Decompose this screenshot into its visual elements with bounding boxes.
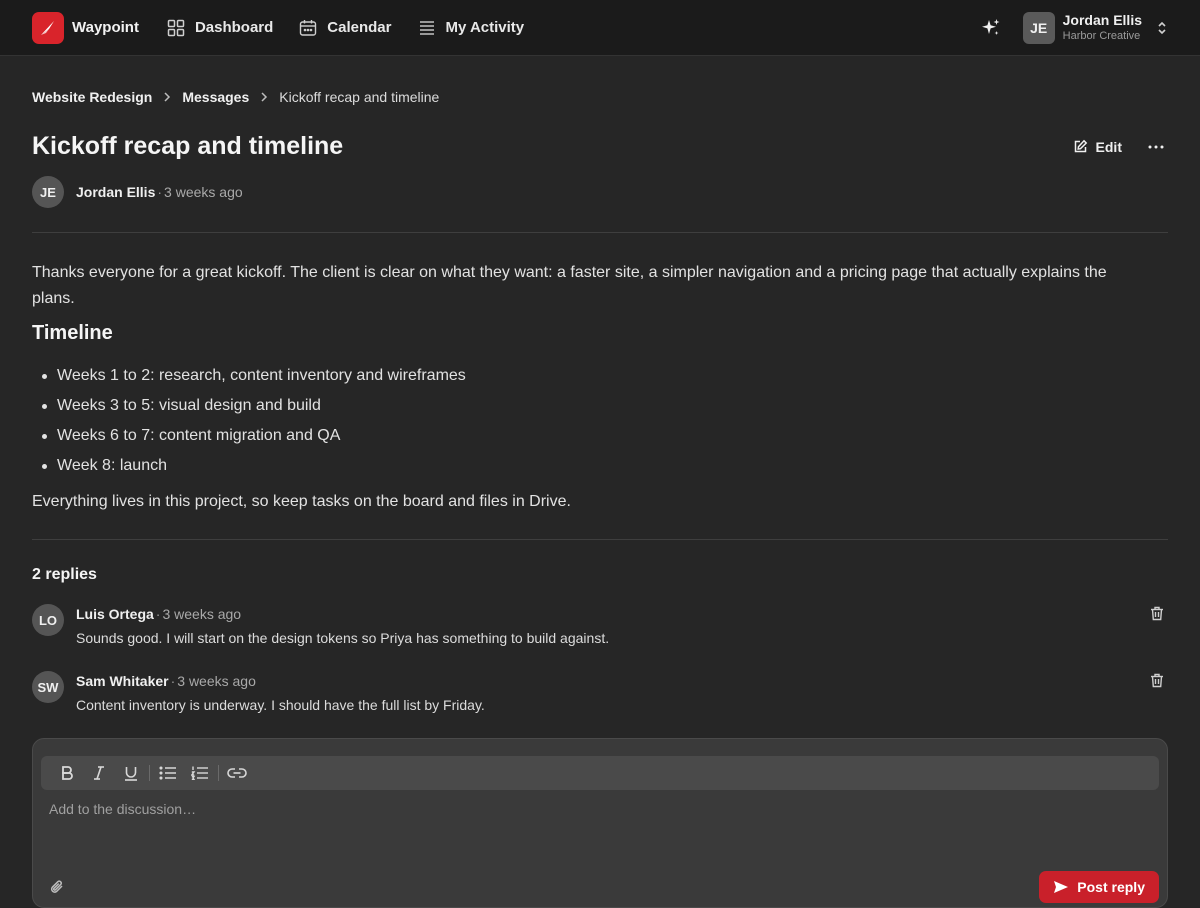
brand[interactable]: Waypoint — [32, 11, 139, 44]
waypoint-logo-icon — [32, 11, 64, 44]
breadcrumb-current: Kickoff recap and timeline — [279, 89, 440, 105]
list-item: Weeks 6 to 7: content migration and QA — [32, 421, 466, 451]
reply-author[interactable]: Sam Whitaker — [76, 673, 169, 689]
divider — [32, 232, 1168, 233]
message-closing: Everything lives in this project, so kee… — [32, 493, 571, 510]
timeline-heading: Timeline — [32, 322, 113, 344]
toolbar-separator — [218, 765, 219, 781]
bold-button[interactable] — [51, 759, 83, 787]
bulleted-list-icon — [159, 766, 176, 780]
meta-separator: · — [155, 606, 161, 622]
delete-reply-button[interactable] — [1150, 673, 1164, 688]
link-icon — [227, 768, 247, 778]
author-name[interactable]: Jordan Ellis — [76, 184, 155, 200]
meta-separator: · — [170, 673, 176, 689]
reply-avatar: SW — [32, 671, 64, 703]
more-options-button[interactable] — [1144, 141, 1168, 153]
breadcrumb: Website Redesign Messages Kickoff recap … — [32, 89, 439, 105]
top-navigation-bar: Waypoint Dashboard Calendar My Activity — [0, 0, 1200, 56]
nav-calendar-label: Calendar — [327, 19, 392, 36]
insert-link-button[interactable] — [221, 759, 253, 787]
breadcrumb-project[interactable]: Website Redesign — [32, 89, 152, 105]
post-reply-button[interactable]: Post reply — [1039, 871, 1159, 903]
reply-timestamp: 3 weeks ago — [162, 606, 242, 622]
list-icon — [419, 20, 434, 35]
post-reply-label: Post reply — [1077, 879, 1145, 895]
attach-file-button[interactable] — [49, 879, 65, 895]
chevron-right-icon — [261, 92, 268, 102]
message-timestamp: 3 weeks ago — [164, 184, 243, 200]
italic-button[interactable] — [83, 759, 115, 787]
edit-icon — [1074, 139, 1087, 153]
author-avatar: JE — [32, 176, 64, 208]
message-author-row: JE Jordan Ellis · 3 weeks ago — [32, 176, 243, 208]
nav-dashboard-label: Dashboard — [194, 19, 274, 36]
user-switcher[interactable]: Jordan Ellis Harbor Creative — [1062, 11, 1142, 43]
sparkle-icon — [981, 18, 1000, 35]
list-item: Weeks 1 to 2: research, content inventor… — [32, 361, 466, 391]
list-item: Weeks 3 to 5: visual design and build — [32, 391, 466, 421]
reply-author[interactable]: Luis Ortega — [76, 606, 154, 622]
trash-icon — [1151, 673, 1163, 688]
italic-icon — [94, 766, 104, 780]
nav-my-activity-label: My Activity — [445, 19, 525, 36]
meta-separator: · — [157, 184, 163, 200]
bold-icon — [62, 766, 73, 780]
title-row: Kickoff recap and timeline Edit — [32, 132, 1168, 161]
chevron-updown-icon[interactable] — [1156, 20, 1168, 36]
message-intro: Thanks everyone for a great kickoff. The… — [32, 264, 1107, 307]
breadcrumb-section[interactable]: Messages — [182, 89, 249, 105]
send-icon — [1054, 881, 1069, 893]
user-avatar[interactable]: JE — [1022, 11, 1055, 44]
trash-icon — [1151, 606, 1163, 621]
reply-timestamp: 3 weeks ago — [177, 673, 256, 689]
app-name: Waypoint — [72, 19, 139, 36]
underline-button[interactable] — [115, 759, 147, 787]
delete-reply-button[interactable] — [1150, 606, 1164, 621]
list-item: Week 8: launch — [32, 451, 466, 481]
bulleted-list-button[interactable] — [152, 759, 184, 787]
more-horizontal-icon — [1148, 145, 1164, 148]
reply-text: Sounds good. I will start on the design … — [76, 630, 610, 646]
edit-button[interactable]: Edit — [1073, 139, 1122, 155]
edit-button-label: Edit — [1095, 138, 1122, 155]
calendar-icon — [300, 19, 317, 36]
nav-my-activity[interactable]: My Activity — [418, 19, 525, 37]
underline-icon — [125, 767, 137, 781]
user-name: Jordan Ellis — [1062, 11, 1142, 28]
user-organization: Harbor Creative — [1062, 30, 1141, 43]
replies-heading: 2 replies — [32, 566, 97, 583]
reply-avatar: LO — [32, 604, 64, 636]
page-title: Kickoff recap and timeline — [32, 132, 344, 160]
reply-input[interactable] — [49, 801, 1149, 861]
toolbar-separator — [149, 765, 150, 781]
divider — [32, 539, 1168, 540]
chevron-right-icon — [164, 92, 171, 102]
nav-dashboard[interactable]: Dashboard — [167, 19, 273, 37]
paperclip-icon — [50, 880, 63, 893]
reply-text: Content inventory is underway. I should … — [76, 697, 485, 713]
numbered-list-button[interactable] — [184, 759, 216, 787]
nav-calendar[interactable]: Calendar — [299, 19, 392, 37]
numbered-list-icon — [191, 766, 208, 780]
grid-icon — [167, 19, 185, 36]
reply-composer: Post reply — [32, 738, 1168, 908]
ai-sparkle-button[interactable] — [981, 18, 1001, 38]
timeline-list: Weeks 1 to 2: research, content inventor… — [32, 361, 466, 481]
formatting-toolbar — [41, 756, 1159, 790]
